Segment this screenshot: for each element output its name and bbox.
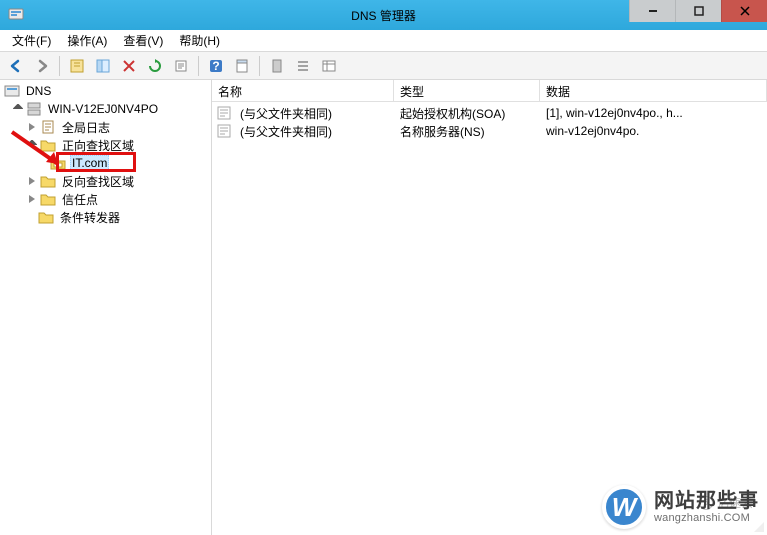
help-button[interactable]: ? (204, 54, 228, 78)
menu-action[interactable]: 操作(A) (59, 30, 115, 52)
toolbar-separator (198, 56, 199, 76)
delete-button[interactable] (117, 54, 141, 78)
toolbar-separator (259, 56, 260, 76)
zone-icon (50, 155, 66, 171)
tree-label: 全局日志 (60, 119, 112, 136)
menu-file[interactable]: 文件(F) (4, 30, 59, 52)
folder-icon (40, 137, 56, 153)
refresh-button[interactable] (143, 54, 167, 78)
app-icon (8, 6, 24, 25)
new-window-button[interactable] (65, 54, 89, 78)
properties-button[interactable] (230, 54, 254, 78)
tree-node-itcom[interactable]: IT.com (0, 154, 211, 172)
window-title: DNS 管理器 (351, 7, 416, 24)
dns-icon (4, 83, 20, 99)
toolbar: ? (0, 52, 767, 80)
tree-label: DNS (24, 84, 53, 98)
cell-name: (与父文件夹相同) (234, 105, 394, 122)
filter-button[interactable] (265, 54, 289, 78)
menu-view[interactable]: 查看(V) (115, 30, 171, 52)
tree-node-dns-root[interactable]: DNS (0, 82, 211, 100)
tree-label: 正向查找区域 (60, 137, 136, 154)
cell-data: [1], win-v12ej0nv4po., h... (540, 106, 767, 120)
watermark-text-en: wangzhanshi.COM (654, 512, 759, 524)
expand-collapse-icon[interactable] (12, 103, 24, 115)
tree-label: WIN-V12EJ0NV4PO (46, 102, 160, 116)
main-area: DNS WIN-V12EJ0NV4PO 全局日志 正向查找区域 IT.com (0, 80, 767, 535)
svg-text:?: ? (212, 59, 219, 73)
list-row[interactable]: (与父文件夹相同) 起始授权机构(SOA) [1], win-v12ej0nv4… (212, 104, 767, 122)
forward-button[interactable] (30, 54, 54, 78)
tree-label: IT.com (70, 155, 109, 171)
title-bar: DNS 管理器 (0, 0, 767, 30)
list-header: 名称 类型 数据 (212, 80, 767, 102)
toolbar-separator (59, 56, 60, 76)
expand-collapse-icon[interactable] (26, 121, 38, 133)
log-icon (40, 119, 56, 135)
record-icon (216, 105, 232, 121)
cell-data: win-v12ej0nv4po. (540, 124, 767, 138)
watermark-logo: W (602, 485, 646, 529)
console-tree-button[interactable] (91, 54, 115, 78)
tree-node-trust[interactable]: 信任点 (0, 190, 211, 208)
list-button[interactable] (291, 54, 315, 78)
list-body[interactable]: (与父文件夹相同) 起始授权机构(SOA) [1], win-v12ej0nv4… (212, 102, 767, 535)
menu-help[interactable]: 帮助(H) (171, 30, 228, 52)
column-header-type[interactable]: 类型 (394, 80, 540, 101)
watermark: W 网站那些事 wangzhanshi.COM (602, 485, 759, 529)
column-header-data[interactable]: 数据 (540, 80, 767, 101)
list-row[interactable]: (与父文件夹相同) 名称服务器(NS) win-v12ej0nv4po. (212, 122, 767, 140)
list-pane: 名称 类型 数据 (与父文件夹相同) 起始授权机构(SOA) [1], win-… (212, 80, 767, 535)
tree-node-forward-zones[interactable]: 正向查找区域 (0, 136, 211, 154)
tree-node-reverse-zones[interactable]: 反向查找区域 (0, 172, 211, 190)
expand-collapse-icon[interactable] (26, 193, 38, 205)
record-icon (216, 123, 232, 139)
tree-node-server[interactable]: WIN-V12EJ0NV4PO (0, 100, 211, 118)
expand-collapse-icon[interactable] (26, 139, 38, 151)
tree-node-forwarders[interactable]: 条件转发器 (0, 208, 211, 226)
column-header-name[interactable]: 名称 (212, 80, 394, 101)
window-controls (629, 0, 767, 22)
cell-name: (与父文件夹相同) (234, 123, 394, 140)
cell-type: 起始授权机构(SOA) (394, 105, 540, 122)
server-icon (26, 101, 42, 117)
cell-type: 名称服务器(NS) (394, 123, 540, 140)
tree-node-global-log[interactable]: 全局日志 (0, 118, 211, 136)
detail-button[interactable] (317, 54, 341, 78)
tree-label: 条件转发器 (58, 209, 122, 226)
tree-pane[interactable]: DNS WIN-V12EJ0NV4PO 全局日志 正向查找区域 IT.com (0, 80, 212, 535)
watermark-text-cn: 网站那些事 (654, 490, 759, 512)
back-button[interactable] (4, 54, 28, 78)
folder-icon (38, 209, 54, 225)
tree-label: 信任点 (60, 191, 100, 208)
menu-bar: 文件(F) 操作(A) 查看(V) 帮助(H) (0, 30, 767, 52)
minimize-button[interactable] (629, 0, 675, 22)
expand-collapse-icon[interactable] (26, 175, 38, 187)
close-button[interactable] (721, 0, 767, 22)
folder-icon (40, 191, 56, 207)
export-button[interactable] (169, 54, 193, 78)
maximize-button[interactable] (675, 0, 721, 22)
tree-label: 反向查找区域 (60, 173, 136, 190)
folder-icon (40, 173, 56, 189)
